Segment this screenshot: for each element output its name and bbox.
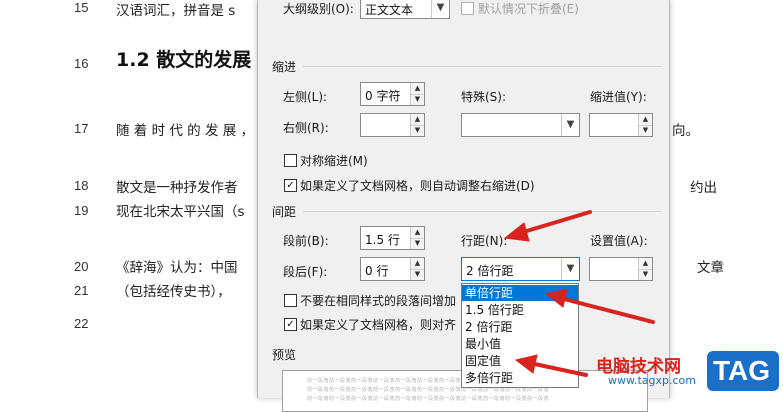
arrow-head-icon: [514, 354, 538, 374]
arrow-to-line-spacing: [518, 210, 592, 235]
tag-logo-text: TAG: [713, 355, 771, 386]
arrow-to-single-spacing: [558, 296, 655, 324]
tag-logo: TAG: [707, 351, 779, 391]
watermark-url: www.tagxp.com: [608, 374, 696, 387]
arrow-head-icon: [503, 222, 530, 242]
arrow-head-icon: [544, 288, 568, 308]
arrow-to-exactly: [528, 361, 588, 377]
annotation-arrows: [503, 210, 655, 377]
